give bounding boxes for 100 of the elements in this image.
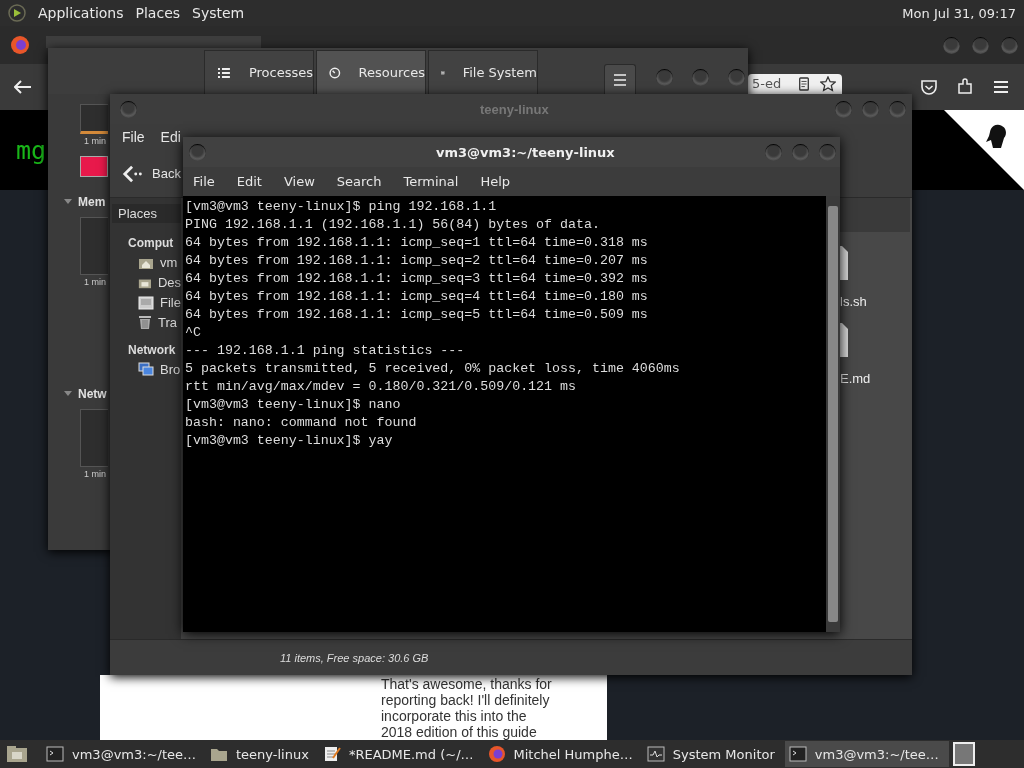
sidebar-item[interactable]: Des [138,275,181,290]
browser-icon [487,745,506,763]
terminal-icon [46,746,64,762]
menu-item[interactable]: File [193,174,215,189]
axis-label: 1 min [84,277,106,287]
section-heading: Netw [78,387,107,401]
window-control-icon[interactable] [189,143,206,161]
tab[interactable]: Resources [316,50,426,94]
terminal-line: 5 packets transmitted, 5 received, 0% packet loss, time 4060ms [185,360,680,378]
window-control-icon[interactable] [835,100,852,118]
section-heading: Mem [78,195,106,209]
menu-icon[interactable] [992,79,1010,95]
menu-icon [613,73,627,86]
reader-view-icon[interactable] [798,77,810,91]
pocket-icon[interactable] [920,78,938,96]
terminal-line: 64 bytes from 192.168.1.1: icmp_seq=5 ttl=64 time=0.509 ms [185,306,648,324]
workspace-switcher[interactable] [952,742,975,766]
terminal-line: [vm3@vm3 teeny-linux]$ yay [185,432,393,450]
menu-item[interactable]: View [283,174,315,189]
history-graph [80,409,108,467]
sidebar-heading: Network [128,343,177,357]
network-icon [138,362,154,377]
tab[interactable]: File System [428,50,538,94]
terminal-line: 64 bytes from 192.168.1.1: icmp_seq=1 ttl=64 time=0.318 ms [185,234,648,252]
expander-icon[interactable] [64,391,72,397]
taskbar-item[interactable]: vm3@vm3:~/tee… [784,741,949,767]
menu-item[interactable]: Terminal [403,174,459,189]
places-dropdown[interactable]: Places [112,204,181,223]
window-control-icon[interactable] [792,143,809,161]
terminal-line: [vm3@vm3 teeny-linux]$ ping 192.168.1.1 [185,198,497,216]
file-entry[interactable]: ls.sh [840,246,867,309]
window-control-icon[interactable] [819,143,836,161]
expander-icon[interactable] [64,199,72,205]
taskbar-item[interactable]: vm3@vm3:~/tee… [42,741,206,767]
bookmark-star-icon[interactable] [820,76,836,92]
sidebar-item[interactable]: vm [138,255,181,270]
corner-ribbon-icon[interactable] [944,110,1024,190]
trash-icon [138,315,152,330]
scrollbar[interactable] [826,196,840,632]
terminal-line: --- 192.168.1.1 ping statistics --- [185,342,465,360]
window-title: vm3@vm3:~/teeny-linux [436,144,615,160]
terminal-line: rtt min/avg/max/mdev = 0.180/0.321/0.509/0.121 ms [185,378,576,396]
file-entry[interactable]: E.md [840,323,871,386]
terminal-line: 64 bytes from 192.168.1.1: icmp_seq=4 ttl=64 time=0.180 ms [185,288,648,306]
window-control-icon[interactable] [656,69,673,86]
monitor-icon [646,746,665,762]
taskbar-item[interactable]: teeny-linux [206,741,319,767]
distro-logo-icon[interactable] [8,4,26,22]
back-button[interactable]: Back [122,163,181,184]
window-title: teeny-linux [480,101,549,117]
list-icon [217,66,231,79]
text-editor-icon [322,745,341,763]
menu-button[interactable] [604,64,636,94]
terminal-line: bash: nano: command not found [185,414,417,432]
window-control-icon[interactable] [972,36,989,54]
window-control-icon[interactable] [692,69,709,86]
tab[interactable]: Processes [204,50,314,94]
axis-label: 1 min [84,136,106,146]
panel-menu[interactable]: Applications [38,5,124,21]
panel-menu[interactable]: System [192,5,245,21]
window-control-icon[interactable] [1001,36,1018,54]
taskbar-item[interactable]: *README.md (~/… [318,741,484,767]
comment-text: That's awesome, thanks for reporting back! I'll definitely incorporate this into the 2018 edition of this guide [381,676,553,740]
status-text: 11 items, Free space: 30.6 GB [280,651,429,664]
puzzle-icon[interactable] [956,78,974,96]
color-swatch[interactable] [80,156,108,177]
site-logo[interactable]: mg [16,135,47,165]
taskbar-item[interactable]: System Monitor [642,741,785,767]
sidebar-item[interactable]: Tra [138,315,181,330]
axis-label: 1 min [84,469,106,479]
sidebar-item[interactable]: File [138,295,181,310]
taskbar-item[interactable]: Mitchel Humphe… [483,741,643,767]
terminal-line: ^C [185,324,201,342]
back-arrow-icon[interactable] [14,80,32,94]
panel-menu[interactable]: Places [135,5,181,21]
sidebar-heading: Comput [128,236,175,250]
terminal-line: [vm3@vm3 teeny-linux]$ nano [185,396,401,414]
menu-item[interactable]: Edit [236,174,262,189]
history-graph [80,217,108,275]
window-control-icon[interactable] [765,143,782,161]
menu-item[interactable]: File [122,129,145,145]
show-desktop-icon[interactable] [6,744,28,764]
folder-icon [210,746,228,762]
window-control-icon[interactable] [862,100,879,118]
menu-item[interactable]: Search [336,174,382,189]
menu-item[interactable]: Edi [160,129,181,145]
terminal-icon [788,746,807,762]
terminal-line: 64 bytes from 192.168.1.1: icmp_seq=3 ttl=64 time=0.392 ms [185,270,648,288]
clock[interactable]: Mon Jul 31, 09:17 [902,5,1016,21]
terminal-line: 64 bytes from 192.168.1.1: icmp_seq=2 ttl=64 time=0.207 ms [185,252,648,270]
history-graph [80,104,108,134]
terminal-line: PING 192.168.1.1 (192.168.1.1) 56(84) bytes of data. [185,216,600,234]
sidebar-item[interactable]: Bro [138,362,181,377]
window-control-icon[interactable] [120,100,137,118]
browser-icon[interactable] [10,35,30,55]
address-bar[interactable]: 5-ed [748,74,842,94]
menu-item[interactable]: Help [480,174,511,189]
window-control-icon[interactable] [889,100,906,118]
window-control-icon[interactable] [728,69,745,86]
window-control-icon[interactable] [943,36,960,54]
